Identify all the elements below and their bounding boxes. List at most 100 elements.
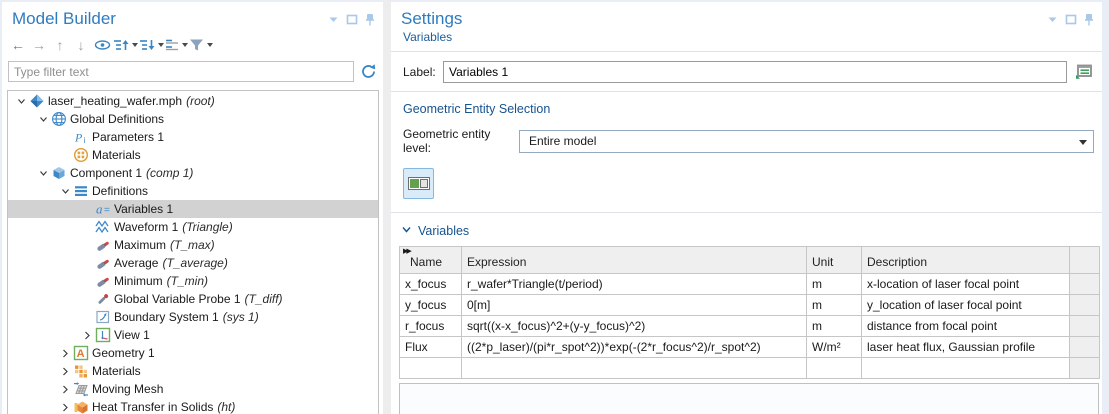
column-header-expression[interactable]: Expression	[462, 247, 807, 274]
table-cell[interactable]: sqrt((x-x_focus)^2+(y-y_focus)^2)	[462, 316, 807, 337]
tree-item-label: Variables 1	[114, 202, 173, 216]
table-cell[interactable]: x-location of laser focal point	[862, 274, 1070, 295]
tree-item-tag: (comp 1)	[146, 166, 193, 180]
tree-item-global-variable-probe-1[interactable]: Global Variable Probe 1(T_diff)	[8, 290, 378, 308]
move-down-arrow-icon[interactable]: ↓	[71, 35, 91, 55]
boundary-system-icon	[95, 309, 114, 325]
tree-item-geometry-1[interactable]: AGeometry 1	[8, 344, 378, 362]
table-cell[interactable]: m	[807, 295, 862, 316]
tree-item-tag: (T_average)	[162, 256, 227, 270]
collapse-chevron-icon[interactable]	[14, 96, 29, 107]
column-header-unit[interactable]: Unit	[807, 247, 862, 274]
forward-arrow-icon[interactable]: →	[29, 35, 49, 55]
probe-icon	[95, 273, 114, 289]
table-cell[interactable]: r_wafer*Triangle(t/period)	[462, 274, 807, 295]
table-cell[interactable]: Flux	[400, 337, 462, 358]
panel-divider[interactable]	[383, 0, 391, 414]
tree-item-heat-transfer-in-solids[interactable]: Heat Transfer in Solids(ht)	[8, 398, 378, 414]
svg-text:P: P	[74, 131, 83, 145]
column-header-description[interactable]: Description	[862, 247, 1070, 274]
table-cell[interactable]: W/m²	[807, 337, 862, 358]
tree-item-materials[interactable]: Materials	[8, 146, 378, 164]
back-arrow-icon[interactable]: ←	[8, 35, 28, 55]
tree-item-minimum[interactable]: Minimum(T_min)	[8, 272, 378, 290]
svg-text:=: =	[104, 205, 110, 216]
label-input[interactable]	[443, 61, 1067, 83]
model-tree: laser_heating_wafer.mph(root)Global Defi…	[7, 90, 379, 414]
table-cell[interactable]	[807, 358, 862, 379]
table-cell[interactable]: x_focus	[400, 274, 462, 295]
tree-item-label: Moving Mesh	[92, 382, 163, 396]
materials-comp-icon	[73, 363, 92, 379]
show-eye-icon[interactable]	[92, 35, 112, 55]
model-builder-title: Model Builder	[12, 9, 328, 29]
tree-item-boundary-system-1[interactable]: Boundary System 1(sys 1)	[8, 308, 378, 326]
table-cell[interactable]	[400, 358, 462, 379]
table-cell[interactable]: laser heat flux, Gaussian profile	[862, 337, 1070, 358]
tree-item-tag: (sys 1)	[223, 310, 259, 324]
model-builder-panel: Model Builder ←→↑↓ laser_heating_wafer.m…	[2, 2, 383, 414]
tree-item-variables-1[interactable]: a=Variables 1	[8, 200, 378, 218]
entity-level-dropdown[interactable]: Entire model	[519, 130, 1094, 153]
variables-section-header[interactable]: Variables	[391, 213, 1102, 246]
float-window-icon[interactable]	[1065, 14, 1077, 25]
table-cell[interactable]	[862, 358, 1070, 379]
collapse-chevron-icon[interactable]	[58, 186, 73, 197]
expand-chevron-icon[interactable]	[58, 402, 73, 413]
table-cell[interactable]: m	[807, 316, 862, 337]
tree-item-laser-heating-wafer-mph[interactable]: laser_heating_wafer.mph(root)	[8, 92, 378, 110]
moving-mesh-icon	[73, 381, 92, 397]
toggle-on-icon	[408, 177, 430, 190]
table-cell[interactable]: 0[m]	[462, 295, 807, 316]
tree-item-label: Materials	[92, 148, 141, 162]
tree-item-moving-mesh[interactable]: Moving Mesh	[8, 380, 378, 398]
move-up-arrow-icon[interactable]: ↑	[50, 35, 70, 55]
tree-item-component-1[interactable]: Component 1(comp 1)	[8, 164, 378, 182]
table-cell[interactable]: y_location of laser focal point	[862, 295, 1070, 316]
panel-menu-icon[interactable]	[1047, 14, 1058, 25]
tree-item-parameters-1[interactable]: PiParameters 1	[8, 128, 378, 146]
table-cell[interactable]: m	[807, 274, 862, 295]
tree-item-definitions[interactable]: Definitions	[8, 182, 378, 200]
settings-subtitle: Variables	[391, 29, 1102, 51]
table-cell[interactable]: distance from focal point	[862, 316, 1070, 337]
variables-table: ▶▶NameExpressionUnitDescription x_focusr…	[399, 246, 1100, 379]
filter-input[interactable]	[8, 61, 354, 82]
variables-icon: a=	[95, 201, 114, 217]
svg-text:i: i	[84, 136, 86, 145]
geometry-icon: A	[73, 345, 92, 361]
tree-item-waveform-1[interactable]: Waveform 1(Triangle)	[8, 218, 378, 236]
collapse-all-icon[interactable]	[113, 35, 138, 55]
filter-icon[interactable]	[189, 35, 213, 55]
active-selection-toggle-button[interactable]	[403, 168, 434, 199]
tree-item-maximum[interactable]: Maximum(T_max)	[8, 236, 378, 254]
probe-icon	[95, 255, 114, 271]
expand-all-icon[interactable]	[139, 35, 164, 55]
node-text-icon[interactable]	[165, 35, 188, 55]
sort-indicator-icon: ▶▶	[403, 247, 410, 255]
show-in-model-builder-icon[interactable]	[1072, 60, 1096, 83]
tree-item-average[interactable]: Average(T_average)	[8, 254, 378, 272]
expand-chevron-icon[interactable]	[80, 330, 95, 341]
table-cell[interactable]: y_focus	[400, 295, 462, 316]
tree-item-view-1[interactable]: View 1	[8, 326, 378, 344]
pin-icon[interactable]	[1084, 13, 1094, 26]
refresh-icon[interactable]	[360, 63, 377, 80]
expand-chevron-icon[interactable]	[58, 384, 73, 395]
float-window-icon[interactable]	[346, 14, 358, 25]
pin-icon[interactable]	[365, 13, 375, 26]
table-cell[interactable]: r_focus	[400, 316, 462, 337]
model-root-icon	[29, 93, 48, 109]
column-header-name[interactable]: ▶▶Name	[400, 247, 462, 274]
expand-chevron-icon[interactable]	[58, 366, 73, 377]
collapse-chevron-icon[interactable]	[36, 168, 51, 179]
panel-menu-icon[interactable]	[328, 14, 339, 25]
table-cell[interactable]	[462, 358, 807, 379]
expand-chevron-icon[interactable]	[58, 348, 73, 359]
collapse-chevron-icon[interactable]	[36, 114, 51, 125]
table-cell[interactable]: ((2*p_laser)/(pi*r_spot^2))*exp(-(2*r_fo…	[462, 337, 807, 358]
separator	[391, 51, 1102, 52]
settings-titlebar: Settings	[391, 2, 1102, 29]
tree-item-global-definitions[interactable]: Global Definitions	[8, 110, 378, 128]
tree-item-materials[interactable]: Materials	[8, 362, 378, 380]
